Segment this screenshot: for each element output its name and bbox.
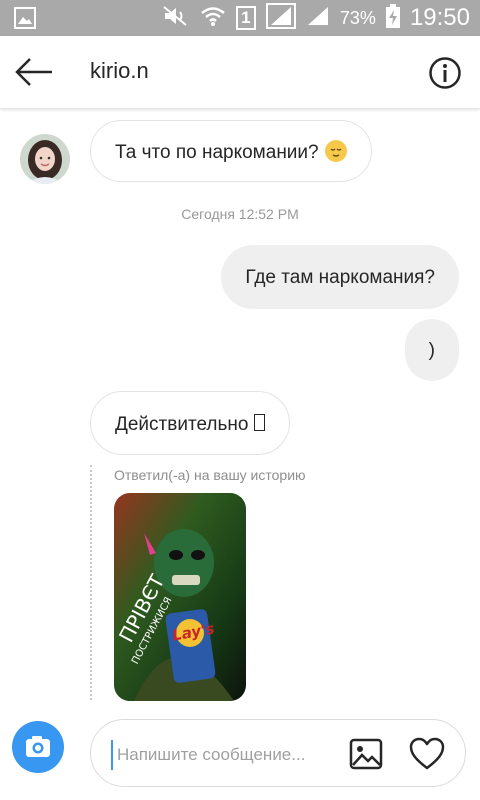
- sim-icon: 1: [235, 6, 256, 30]
- conversation-header: kirio.n: [0, 36, 480, 109]
- status-time: 19:50: [409, 4, 470, 31]
- back-arrow-icon: [15, 58, 52, 86]
- info-icon: [429, 57, 461, 89]
- battery-percent: 73%: [339, 7, 376, 28]
- story-reply-label: Ответил(-а) на вашу историю: [114, 467, 306, 483]
- message-input[interactable]: [111, 740, 339, 770]
- image-icon: [14, 7, 36, 34]
- message-incoming[interactable]: Действительно: [90, 391, 291, 455]
- gallery-icon: [349, 738, 383, 770]
- back-button[interactable]: [14, 54, 54, 90]
- sim-slot-label: 1: [241, 8, 251, 27]
- signal-icon: [306, 5, 330, 32]
- message-text: Та что по наркомании?: [115, 142, 319, 163]
- message-text: Действительно: [115, 414, 249, 435]
- message-text: ): [428, 340, 435, 361]
- camera-button[interactable]: [12, 721, 64, 773]
- battery-charging-icon: [385, 3, 400, 33]
- camera-icon: [26, 736, 50, 757]
- message-outgoing[interactable]: ): [404, 319, 459, 381]
- message-text: Где там наркомания?: [245, 267, 435, 288]
- mute-icon: [162, 5, 190, 32]
- info-button[interactable]: [428, 56, 462, 90]
- story-thumbnail[interactable]: Lay's ПРІВЄТ ПОСТРИЖИСЯ: [114, 493, 246, 701]
- direct-message-screen: 1 73% 19:50 kirio.n Та что по наркомании…: [0, 0, 480, 800]
- like-button[interactable]: [409, 737, 445, 771]
- relieved-face-emoji-icon: [324, 140, 347, 162]
- conversation-username[interactable]: kirio.n: [90, 58, 149, 84]
- sender-avatar[interactable]: [20, 134, 70, 184]
- story-reply-divider: [90, 465, 92, 700]
- message-outgoing[interactable]: Где там наркомания?: [221, 245, 459, 309]
- status-icons: 1 73% 19:50: [162, 0, 470, 36]
- heart-icon: [409, 737, 445, 770]
- message-timestamp: Сегодня 12:52 PM: [181, 206, 299, 222]
- message-composer: [90, 719, 466, 787]
- wifi-icon: [200, 5, 226, 32]
- status-bar: 1 73% 19:50: [0, 0, 480, 36]
- unsupported-glyph-icon: [254, 414, 266, 431]
- signal-icon: [265, 2, 296, 34]
- message-incoming[interactable]: Та что по наркомании?: [90, 120, 372, 182]
- gallery-button[interactable]: [349, 738, 383, 770]
